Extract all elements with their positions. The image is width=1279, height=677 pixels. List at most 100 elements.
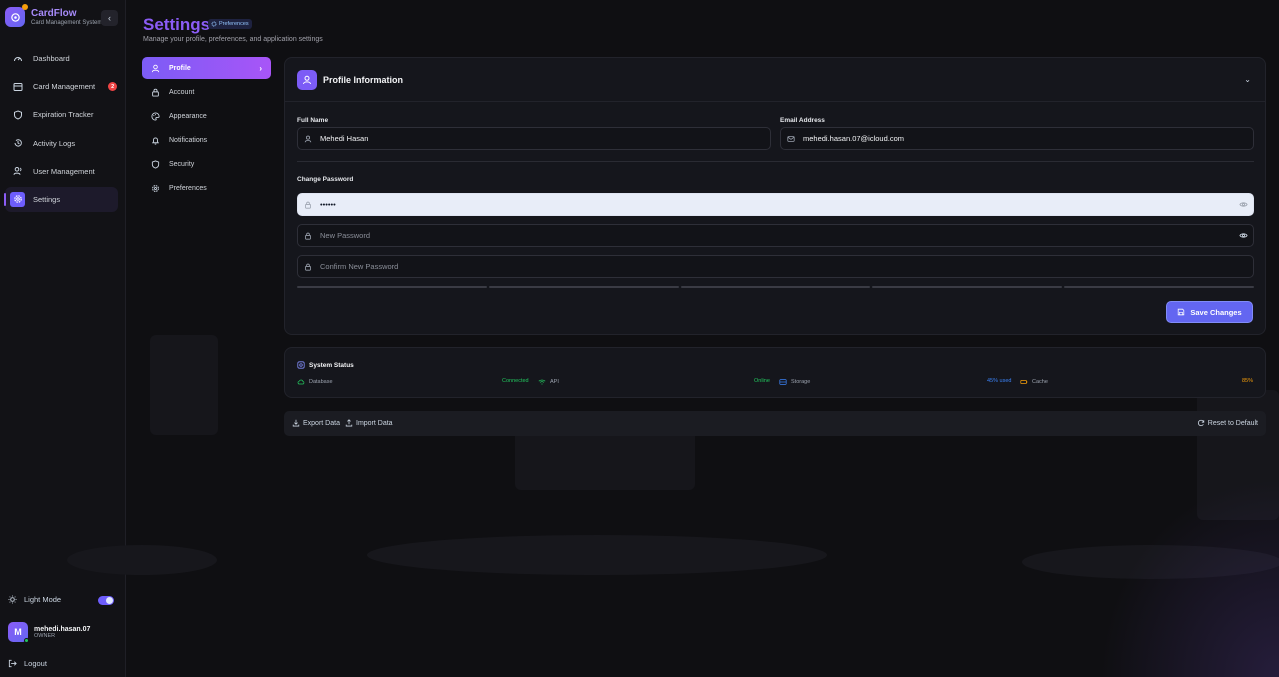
profile-card: Profile Information ⌄ Full Name Mehedi H… (284, 57, 1266, 335)
system-status-title: System Status (309, 361, 354, 369)
sidebar-item-activity-logs[interactable]: Activity Logs (5, 131, 118, 156)
palette-icon (151, 112, 160, 121)
lock-icon (304, 201, 312, 209)
system-status-card: System Status Database Connected API Onl… (284, 347, 1266, 398)
sun-icon (8, 595, 17, 604)
lock-icon (151, 88, 160, 97)
password-strength-meter (297, 286, 1254, 288)
user-profile[interactable]: M mehedi.hasan.07 OWNER (8, 622, 91, 643)
upload-icon (345, 419, 353, 427)
confirm-password-placeholder: Confirm New Password (320, 262, 399, 271)
strength-segment (872, 286, 1063, 288)
export-data-button[interactable]: Export Data (292, 419, 340, 427)
profile-card-title: Profile Information (323, 75, 404, 85)
database-status-value: Connected (502, 378, 529, 384)
brand-subtitle: Card Management System (31, 19, 103, 26)
status-label: Storage (791, 379, 811, 385)
sidebar: CardFlow Card Management System ‹ Dashbo… (0, 0, 126, 677)
status-label: Database (309, 379, 333, 385)
shield-icon (13, 110, 23, 120)
gear-icon (297, 361, 305, 369)
collapse-sidebar-button[interactable]: ‹ (101, 10, 118, 26)
tab-profile[interactable]: Profile › (142, 57, 271, 79)
brand-logo-icon (5, 4, 28, 27)
divider (297, 161, 1254, 162)
tab-preferences[interactable]: Preferences (142, 178, 271, 200)
sidebar-item-label: User Management (33, 166, 95, 176)
sidebar-item-card-management[interactable]: Card Management 2 (5, 74, 118, 99)
logout-button[interactable]: Logout (8, 659, 47, 668)
count-badge: 2 (108, 82, 118, 92)
confirm-password-field[interactable]: Confirm New Password (297, 255, 1254, 278)
user-icon (297, 70, 317, 90)
new-password-field[interactable]: New Password (297, 224, 1254, 247)
sidebar-item-user-management[interactable]: User Management (5, 159, 118, 184)
lock-icon (304, 263, 312, 271)
sidebar-item-settings[interactable]: Settings (4, 186, 118, 212)
tab-label: Notifications (169, 137, 208, 145)
eye-icon[interactable] (1239, 231, 1248, 240)
sidebar-item-label: Settings (33, 194, 61, 204)
user-name: mehedi.hasan.07 (34, 625, 91, 633)
bell-icon (151, 136, 160, 145)
api-status-value: Online (754, 378, 770, 384)
status-storage: Storage (779, 378, 810, 386)
mail-icon (787, 135, 795, 143)
gear-icon (211, 21, 217, 27)
data-actions-bar: Export Data Import Data Reset to Default (284, 411, 1266, 436)
sidebar-item-dashboard[interactable]: Dashboard (5, 46, 118, 71)
strength-segment (680, 286, 871, 288)
status-cache: Cache (1020, 378, 1048, 386)
full-name-field[interactable]: Mehedi Hasan (297, 127, 771, 150)
cloud-icon (297, 378, 305, 386)
email-field[interactable]: mehedi.hasan.07@icloud.com (780, 127, 1254, 150)
tab-notifications[interactable]: Notifications (142, 130, 271, 152)
chevron-down-icon[interactable]: ⌄ (1244, 75, 1251, 84)
battery-icon (1020, 378, 1028, 386)
sidebar-item-expiration-tracker[interactable]: Expiration Tracker (5, 102, 118, 127)
email-label: Email Address (780, 117, 825, 124)
strength-segment (1064, 286, 1254, 288)
preferences-chip-label: Preferences (219, 21, 249, 27)
tab-label: Profile (169, 64, 191, 72)
gear-icon (10, 191, 25, 207)
current-password-field[interactable]: •••••• (297, 193, 1254, 216)
storage-status-value: 45% used (987, 378, 1012, 384)
tab-account[interactable]: Account (142, 81, 271, 103)
status-api: API (538, 378, 559, 386)
tab-security[interactable]: Security (142, 154, 271, 176)
profile-card-header[interactable]: Profile Information (297, 70, 403, 90)
online-status-dot (24, 638, 29, 643)
page-title: Settings (143, 15, 211, 34)
preferences-chip: Preferences (208, 19, 252, 29)
logout-icon (8, 659, 17, 668)
save-icon (1177, 308, 1185, 316)
eye-icon[interactable] (1239, 200, 1248, 209)
sidebar-item-label: Dashboard (33, 54, 70, 63)
email-value: mehedi.hasan.07@icloud.com (803, 134, 905, 143)
status-label: API (550, 379, 559, 385)
wifi-icon (538, 378, 546, 386)
chevron-right-icon: › (259, 63, 262, 73)
tab-appearance[interactable]: Appearance (142, 105, 271, 127)
refresh-icon (1197, 419, 1205, 427)
avatar-initial: M (14, 627, 22, 637)
import-data-button[interactable]: Import Data (345, 419, 393, 427)
gauge-icon (13, 54, 23, 64)
brand: CardFlow Card Management System (5, 4, 103, 27)
user-icon (151, 64, 160, 73)
users-icon (13, 166, 23, 176)
sidebar-item-label: Expiration Tracker (33, 110, 94, 120)
avatar: M (8, 622, 29, 643)
save-changes-button[interactable]: Save Changes (1166, 301, 1253, 323)
sidebar-item-label: Card Management (33, 82, 96, 92)
download-icon (292, 419, 300, 427)
storage-icon (779, 378, 787, 386)
current-password-value: •••••• (320, 200, 336, 209)
reset-to-default-button[interactable]: Reset to Default (1197, 419, 1258, 427)
light-mode-toggle[interactable] (98, 596, 114, 605)
settings-tabs: Profile › Account Appearance Notificatio… (142, 57, 271, 202)
sidebar-nav: Dashboard Card Management 2 Expiration T… (4, 46, 118, 215)
chevron-left-icon: ‹ (108, 13, 111, 23)
user-icon (304, 135, 312, 143)
